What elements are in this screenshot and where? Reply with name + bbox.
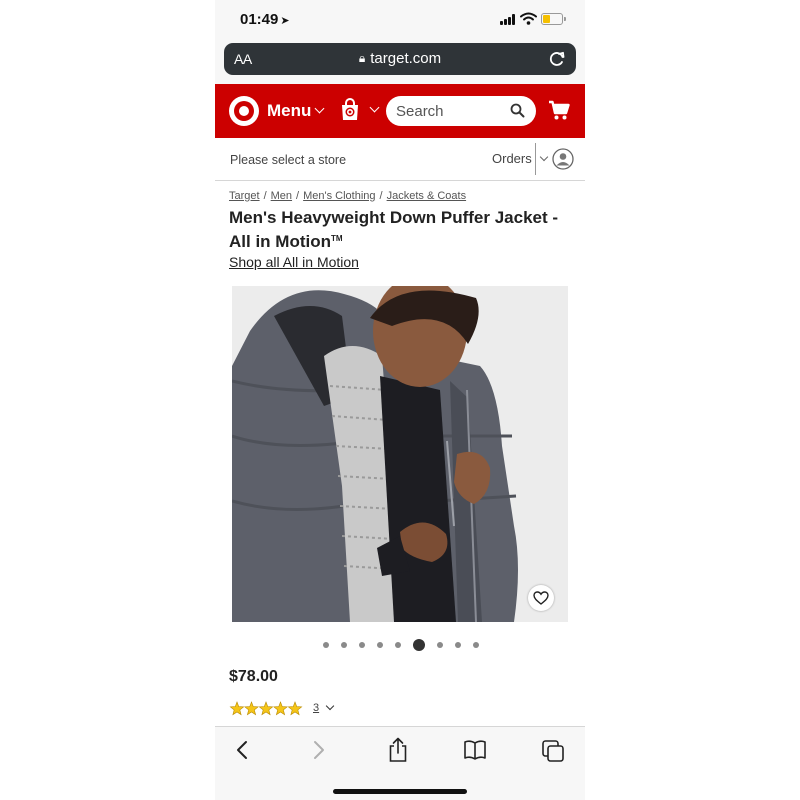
time-text: 01:49 xyxy=(240,11,279,28)
share-icon[interactable] xyxy=(387,737,409,763)
select-store-link[interactable]: Please select a store xyxy=(230,153,346,167)
phone-screen: 01:49 ➤ AA 🔒︎ target.com Menu Search Ple… xyxy=(215,0,585,800)
search-input[interactable] xyxy=(394,102,508,121)
product-photo xyxy=(232,286,568,622)
battery-icon xyxy=(541,13,566,25)
product-price: $78.00 xyxy=(229,668,278,685)
product-title-text: Men's Heavyweight Down Puffer Jacket - A… xyxy=(229,208,559,251)
chevron-down-icon[interactable] xyxy=(325,701,335,711)
star-icon xyxy=(273,701,288,716)
breadcrumb-separator: / xyxy=(379,190,383,202)
search-box[interactable] xyxy=(386,96,536,126)
breadcrumb-separator: / xyxy=(296,190,300,202)
favorite-button[interactable] xyxy=(528,585,554,611)
product-image[interactable] xyxy=(232,286,568,622)
reload-icon[interactable] xyxy=(546,48,568,70)
address-bar[interactable]: AA 🔒︎ target.com xyxy=(224,43,576,75)
breadcrumb: Target / Men / Men's Clothing / Jackets & Coat… xyxy=(229,190,466,202)
shop-all-brand-link[interactable]: Shop all All in Motion xyxy=(229,254,359,270)
chevron-down-icon[interactable] xyxy=(369,102,380,113)
store-bag-icon[interactable] xyxy=(339,98,361,122)
star-icon xyxy=(244,701,259,716)
menu-label: Menu xyxy=(267,101,312,120)
carousel-dot[interactable] xyxy=(323,642,329,648)
chevron-right-icon[interactable] xyxy=(312,739,326,761)
carousel-dot[interactable] xyxy=(377,642,383,648)
browser-address-area: AA 🔒︎ target.com xyxy=(215,38,585,84)
home-indicator xyxy=(333,789,467,794)
breadcrumb-separator: / xyxy=(263,190,267,202)
lock-icon: 🔒︎ xyxy=(358,51,366,65)
site-header: Menu xyxy=(215,84,585,138)
carousel-dot[interactable] xyxy=(395,642,401,648)
carousel-dot[interactable] xyxy=(455,642,461,648)
browser-toolbar xyxy=(215,726,585,800)
product-title: Men's Heavyweight Down Puffer Jacket - A… xyxy=(229,207,574,252)
book-icon[interactable] xyxy=(463,739,487,761)
carousel-dot[interactable] xyxy=(341,642,347,648)
carousel-dot[interactable] xyxy=(473,642,479,648)
wifi-icon xyxy=(520,12,537,25)
domain-text: target.com xyxy=(370,50,442,67)
tabs-icon[interactable] xyxy=(541,739,565,763)
status-time: 01:49 ➤ xyxy=(240,11,290,28)
chevron-down-icon xyxy=(314,103,325,114)
url-domain[interactable]: 🔒︎ target.com xyxy=(224,50,576,67)
divider xyxy=(535,143,536,175)
chevron-left-icon[interactable] xyxy=(235,739,249,761)
status-bar: 01:49 ➤ xyxy=(215,0,585,38)
cellular-signal-icon xyxy=(500,14,517,25)
breadcrumb-jackets-coats[interactable]: Jackets & Coats xyxy=(387,190,466,202)
menu-button[interactable]: Menu xyxy=(267,101,325,121)
breadcrumb-mens-clothing[interactable]: Men's Clothing xyxy=(303,190,375,202)
target-logo[interactable] xyxy=(229,96,259,126)
carousel-dot[interactable] xyxy=(359,642,365,648)
breadcrumb-target[interactable]: Target xyxy=(229,190,260,202)
store-row: Please select a store Orders xyxy=(215,138,585,181)
rating-stars xyxy=(229,701,303,716)
search-icon[interactable] xyxy=(510,103,525,118)
trademark-mark: TM xyxy=(330,234,343,243)
carousel-dot[interactable] xyxy=(413,639,425,651)
rating-count[interactable]: 3 xyxy=(313,702,319,714)
orders-link[interactable]: Orders xyxy=(492,151,532,166)
star-icon xyxy=(258,701,274,716)
account-icon[interactable] xyxy=(552,148,574,170)
heart-icon xyxy=(533,591,549,605)
breadcrumb-men[interactable]: Men xyxy=(271,190,292,202)
location-arrow-icon: ➤ xyxy=(280,15,290,27)
star-icon xyxy=(287,701,303,716)
star-icon xyxy=(229,701,245,716)
carousel-dot[interactable] xyxy=(437,642,443,648)
chevron-down-icon[interactable] xyxy=(539,152,549,162)
cart-icon[interactable] xyxy=(548,99,570,121)
